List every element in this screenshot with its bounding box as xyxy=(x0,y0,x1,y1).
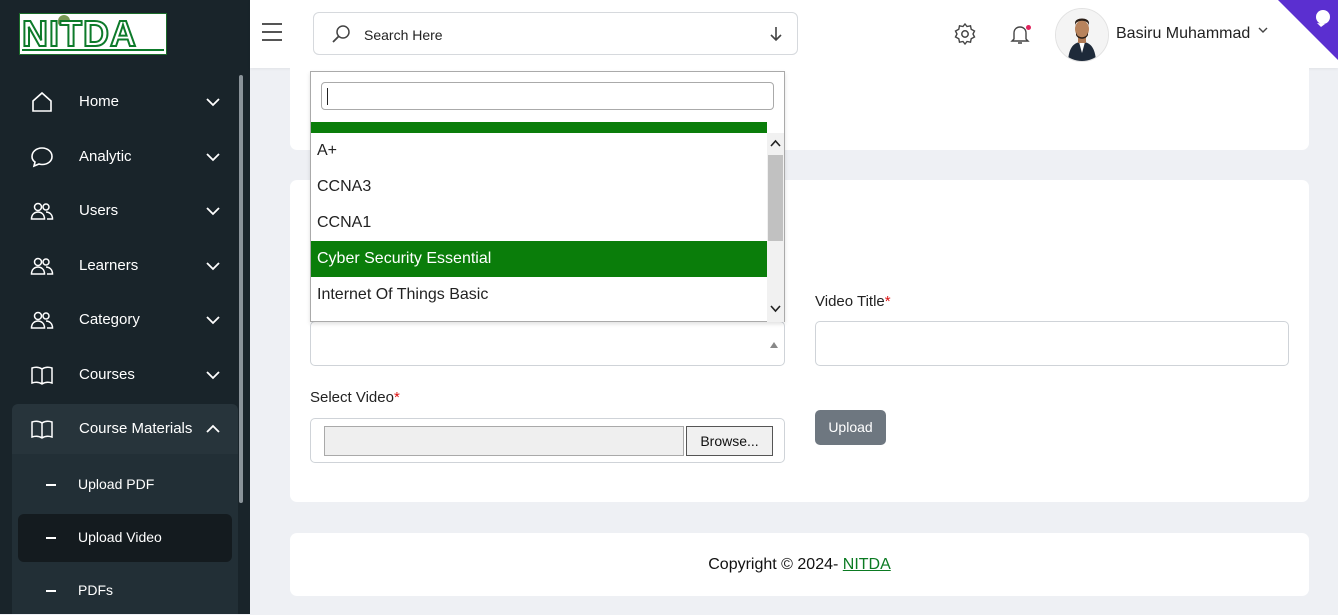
file-path-field[interactable] xyxy=(324,426,684,456)
course-select[interactable] xyxy=(310,321,785,366)
chevron-down-icon[interactable] xyxy=(1257,25,1269,35)
select-video-label: Select Video* xyxy=(310,389,400,406)
home-icon xyxy=(32,91,52,112)
sidebar-subitem-label: PDFs xyxy=(78,582,113,598)
sidebar-item-label: Courses xyxy=(79,366,135,383)
dash-icon xyxy=(46,590,56,592)
upload-button[interactable]: Upload xyxy=(815,410,886,445)
sidebar-item-course-materials[interactable]: Course Materials xyxy=(12,404,238,454)
video-title-label: Video Title* xyxy=(815,293,891,310)
sidebar-subitem-label: Upload Video xyxy=(78,529,162,545)
chevron-down-icon xyxy=(206,371,220,380)
dropdown-option[interactable]: A+ xyxy=(311,133,767,169)
course-select-dropdown: A+ CCNA3 CCNA1 Cyber Security Essential … xyxy=(310,71,785,322)
chevron-down-icon xyxy=(206,98,220,107)
chevron-down-icon xyxy=(206,207,220,216)
users-icon xyxy=(30,257,54,275)
dropdown-options-list: A+ CCNA3 CCNA1 Cyber Security Essential … xyxy=(311,122,767,322)
menu-toggle-icon[interactable] xyxy=(262,23,282,41)
footer-card: Copyright © 2024- NITDA xyxy=(290,533,1309,596)
chat-bubble-icon xyxy=(31,147,53,168)
dash-icon xyxy=(46,484,56,486)
sidebar-item-learners[interactable]: Learners xyxy=(12,241,238,291)
dash-icon xyxy=(46,537,56,539)
users-icon xyxy=(30,311,54,329)
dropdown-option[interactable]: Internet Of Things Basic xyxy=(311,277,767,313)
github-corner-icon[interactable] xyxy=(1278,0,1338,60)
scroll-down-icon[interactable] xyxy=(770,305,781,313)
users-icon xyxy=(30,202,54,220)
search-input[interactable]: Search Here xyxy=(313,12,798,55)
select-arrow-icon xyxy=(770,342,778,348)
browse-button[interactable]: Browse... xyxy=(686,426,773,456)
sidebar-subitem-pdfs[interactable]: PDFs xyxy=(18,567,232,615)
gear-icon[interactable] xyxy=(953,22,977,46)
user-name[interactable]: Basiru Muhammad xyxy=(1116,25,1250,43)
sidebar-item-label: Category xyxy=(79,311,140,328)
sidebar-scrollbar[interactable] xyxy=(239,75,243,503)
chevron-down-icon xyxy=(206,316,220,325)
sidebar-subitem-upload-video[interactable]: Upload Video xyxy=(18,514,232,562)
sidebar-item-label: Course Materials xyxy=(79,420,193,437)
sidebar-subitem-upload-pdf[interactable]: Upload PDF xyxy=(18,461,232,509)
logo-underline xyxy=(22,49,164,51)
logo-text: NITDA xyxy=(21,13,137,54)
video-title-input[interactable] xyxy=(815,321,1289,366)
sidebar-item-analytic[interactable]: Analytic xyxy=(12,132,238,182)
sidebar-item-label: Home xyxy=(79,93,120,110)
sidebar-subitem-label: Upload PDF xyxy=(78,476,155,492)
top-header: Search Here Basiru Muhammad xyxy=(250,0,1338,68)
dropdown-option[interactable]: CCNA3 xyxy=(311,169,767,205)
search-icon xyxy=(332,25,350,43)
user-photo xyxy=(1056,9,1108,61)
sidebar-item-label: Analytic xyxy=(79,148,132,165)
sidebar-item-label: Learners xyxy=(79,257,139,274)
chevron-down-icon xyxy=(206,262,220,271)
book-icon xyxy=(31,420,53,439)
copyright-text: Copyright © 2024- NITDA xyxy=(708,556,891,573)
notification-dot xyxy=(1026,25,1031,30)
dropdown-scrollbar[interactable] xyxy=(767,133,784,322)
avatar[interactable] xyxy=(1055,8,1109,62)
sidebar-item-home[interactable]: Home xyxy=(12,77,238,127)
dropdown-option-selected[interactable]: Cyber Security Essential xyxy=(311,241,767,277)
sidebar-item-category[interactable]: Category xyxy=(12,295,238,345)
video-file-input[interactable]: Browse... xyxy=(310,418,785,463)
sidebar-item-courses[interactable]: Courses xyxy=(12,350,238,400)
dropdown-scroll-thumb[interactable] xyxy=(768,155,783,241)
text-caret xyxy=(327,88,328,105)
sidebar-item-label: Users xyxy=(79,202,119,219)
chevron-down-icon xyxy=(206,153,220,162)
arrow-down-icon[interactable] xyxy=(769,26,783,42)
sidebar: NITDA Home Analytic Users Learners Categ… xyxy=(0,0,250,614)
search-placeholder: Search Here xyxy=(364,27,443,43)
dropdown-search-input[interactable] xyxy=(321,82,774,110)
nitda-logo[interactable]: NITDA xyxy=(19,13,167,55)
footer-link[interactable]: NITDA xyxy=(843,556,891,573)
scroll-up-icon[interactable] xyxy=(770,139,781,147)
chevron-up-icon xyxy=(206,424,220,433)
dropdown-option-partial[interactable] xyxy=(311,122,767,133)
dropdown-option[interactable]: CCNA1 xyxy=(311,205,767,241)
book-icon xyxy=(31,366,53,385)
sidebar-item-users[interactable]: Users xyxy=(12,186,238,236)
